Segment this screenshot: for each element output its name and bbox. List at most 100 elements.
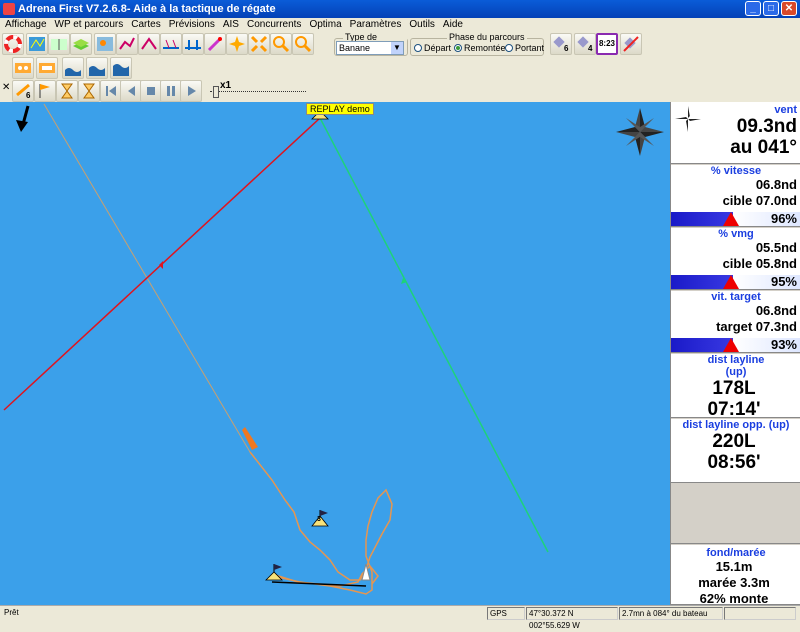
menu-affichage[interactable]: Affichage bbox=[5, 18, 47, 32]
satellite-icon[interactable]: 6 bbox=[550, 33, 572, 55]
menu-cartes[interactable]: Cartes bbox=[131, 18, 160, 32]
zoom-out-icon[interactable] bbox=[292, 33, 314, 55]
layline-time: 07:14' bbox=[707, 399, 761, 420]
radio-depart[interactable]: Départ bbox=[414, 43, 451, 53]
radio-portant[interactable]: Portant bbox=[505, 43, 544, 53]
vmg-title: % vmg bbox=[718, 228, 754, 240]
menu-parametres[interactable]: Paramètres bbox=[350, 18, 402, 32]
fond-title: fond/marée bbox=[706, 547, 766, 559]
target-value: 06.8nd bbox=[755, 303, 797, 318]
layline-opp-time: 08:56' bbox=[707, 452, 761, 473]
target-title: vit. target bbox=[711, 291, 761, 303]
panel-vent: vent 09.3nd au 041° bbox=[671, 102, 800, 164]
stop-icon[interactable] bbox=[140, 80, 162, 102]
status-text: Prêt bbox=[4, 608, 19, 617]
minimize-button[interactable]: _ bbox=[745, 1, 761, 16]
clock-button[interactable]: 8:23 bbox=[596, 33, 618, 55]
pause-icon[interactable] bbox=[160, 80, 182, 102]
wave-icon-2[interactable] bbox=[86, 57, 108, 79]
satellite-icon-2[interactable]: 4 bbox=[574, 33, 596, 55]
layline-opp-distance: 220L bbox=[712, 431, 756, 452]
status-bar: Prêt GPS 47°30.372 N 002°55.629 W 2.7mn … bbox=[0, 605, 800, 630]
pin-icon[interactable] bbox=[204, 33, 226, 55]
fond-tide: marée 3.3m bbox=[698, 575, 770, 590]
wind-rose-icon bbox=[675, 106, 701, 132]
menu-bar: Affichage WP et parcours Cartes Prévisio… bbox=[0, 18, 800, 32]
green-line bbox=[319, 117, 549, 553]
wave-icon-3[interactable] bbox=[110, 57, 132, 79]
mark-3-flag-icon bbox=[320, 510, 328, 516]
status-empty bbox=[724, 607, 796, 620]
sparkle-icon[interactable] bbox=[226, 33, 248, 55]
panel-vitesse: % vitesse 06.8nd cible 07.0nd 96% bbox=[671, 165, 800, 227]
window-title: Adrena First V7.2.6.8- Aide à la tactiqu… bbox=[18, 3, 276, 15]
map-area[interactable]: 1 3 bbox=[0, 102, 670, 605]
fond-depth: 15.1m bbox=[715, 559, 753, 574]
route-icon-2[interactable] bbox=[138, 33, 160, 55]
book-icon[interactable] bbox=[48, 33, 70, 55]
no-satellite-icon[interactable] bbox=[620, 33, 642, 55]
replay-toolbar: ✕ 6 x1 bbox=[0, 80, 800, 102]
compass-rose-icon bbox=[616, 108, 664, 156]
menu-ais[interactable]: AIS bbox=[223, 18, 239, 32]
vmg-cible: cible 05.8nd bbox=[722, 256, 797, 271]
speed-slider-thumb[interactable] bbox=[213, 86, 219, 98]
close-replay-icon[interactable]: ✕ bbox=[2, 82, 10, 93]
speed-slider[interactable] bbox=[210, 91, 306, 92]
panel-empty bbox=[671, 484, 800, 544]
status-gps: GPS bbox=[487, 607, 525, 620]
down-arrow-head bbox=[16, 120, 28, 132]
vitesse-title: % vitesse bbox=[710, 165, 762, 177]
measure-icon[interactable] bbox=[160, 33, 182, 55]
zoom-in-icon[interactable] bbox=[270, 33, 292, 55]
radio-depart-dot bbox=[414, 44, 422, 52]
menu-outils[interactable]: Outils bbox=[409, 18, 435, 32]
route-icon[interactable] bbox=[116, 33, 138, 55]
grid-icon[interactable] bbox=[182, 33, 204, 55]
expand-icon[interactable] bbox=[248, 33, 270, 55]
play-icon[interactable] bbox=[180, 80, 202, 102]
parcours-type-select[interactable]: Banane ▼ bbox=[336, 41, 404, 55]
replay-banner: REPLAY demo bbox=[306, 103, 374, 115]
menu-previsions[interactable]: Prévisions bbox=[169, 18, 215, 32]
wave-icon[interactable] bbox=[62, 57, 84, 79]
instrument-panel: vent 09.3nd au 041° % vitesse 06.8nd cib… bbox=[670, 102, 800, 606]
target-bar: 93% bbox=[671, 338, 800, 352]
hourglass-flag-icon[interactable] bbox=[78, 80, 100, 102]
menu-aide[interactable]: Aide bbox=[443, 18, 463, 32]
menu-optima[interactable]: Optima bbox=[309, 18, 341, 32]
mark-3-label: 3 bbox=[317, 516, 321, 523]
layline-title: dist layline (up) bbox=[707, 354, 765, 378]
close-button[interactable]: ✕ bbox=[781, 1, 797, 16]
layline-distance: 178L bbox=[712, 378, 756, 399]
panel-layline: dist layline (up) 178L 07:14' bbox=[671, 354, 800, 420]
layline-opp-title: dist layline opp. (up) bbox=[682, 419, 790, 431]
menu-wp-parcours[interactable]: WP et parcours bbox=[55, 18, 124, 32]
vmg-value: 05.5nd bbox=[755, 240, 797, 255]
panel-target: vit. target 06.8nd target 07.3nd 93% bbox=[671, 291, 800, 353]
skip-back-icon[interactable] bbox=[100, 80, 122, 102]
radio-remontee[interactable]: Remontée bbox=[454, 43, 506, 53]
chart-map-icon[interactable] bbox=[26, 33, 48, 55]
window-titlebar: Adrena First V7.2.6.8- Aide à la tactiqu… bbox=[0, 0, 800, 18]
panel-layline-opp: dist layline opp. (up) 220L 08:56' bbox=[671, 419, 800, 483]
boat-icon[interactable]: 6 bbox=[12, 80, 34, 102]
parcours-phase-label: Phase du parcours bbox=[447, 32, 527, 42]
hourglass-icon[interactable] bbox=[56, 80, 78, 102]
maximize-button[interactable]: □ bbox=[763, 1, 779, 16]
radio-portant-dot bbox=[505, 44, 513, 52]
vent-direction: au 041° bbox=[730, 137, 797, 158]
layers-icon[interactable] bbox=[70, 33, 92, 55]
target-target: target 07.3nd bbox=[716, 319, 797, 334]
flag-icon[interactable] bbox=[34, 80, 56, 102]
step-back-icon[interactable] bbox=[120, 80, 142, 102]
badge-6: 6 bbox=[564, 44, 569, 53]
menu-concurrents[interactable]: Concurrents bbox=[247, 18, 301, 32]
lifebuoy-icon[interactable] bbox=[2, 33, 24, 55]
tape-icon[interactable] bbox=[12, 57, 34, 79]
tape-icon-2[interactable] bbox=[36, 57, 58, 79]
vitesse-pct: 96% bbox=[770, 211, 797, 226]
weather-icon[interactable] bbox=[94, 33, 116, 55]
radio-remontee-dot bbox=[454, 44, 462, 52]
radio-portant-label: Portant bbox=[515, 43, 545, 53]
